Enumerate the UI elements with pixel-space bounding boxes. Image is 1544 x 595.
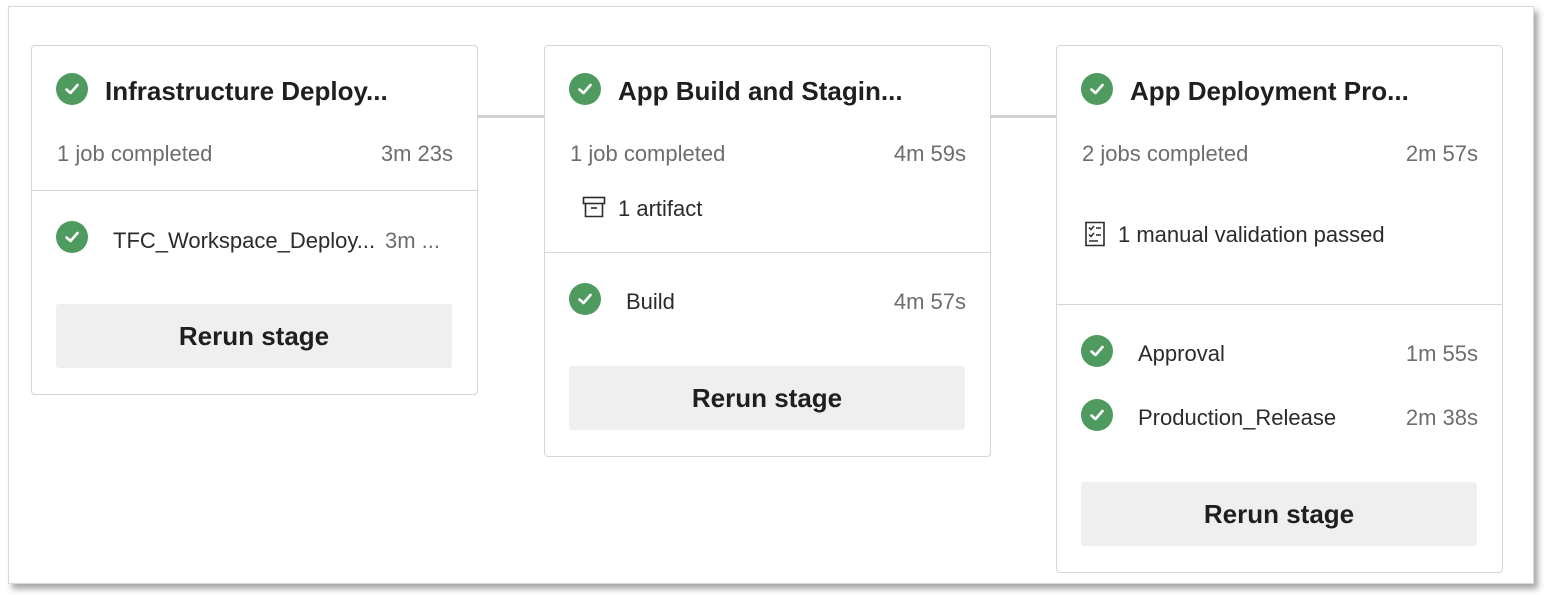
stage-title[interactable]: Infrastructure Deploy...	[105, 76, 388, 107]
stage-summary: 2 jobs completed	[1082, 141, 1249, 166]
pipeline-view: Infrastructure Deploy... 1 job completed…	[8, 6, 1534, 584]
job-duration: 1m 55s	[1405, 341, 1478, 366]
success-check-icon	[569, 283, 601, 315]
success-check-icon	[56, 221, 88, 253]
stage-title[interactable]: App Deployment Pro...	[1130, 76, 1409, 107]
artifact-count[interactable]: 1 artifact	[618, 196, 702, 222]
job-duration: 2m 38s	[1405, 405, 1478, 430]
job-duration: 4m 57s	[893, 289, 966, 314]
success-check-icon	[1081, 399, 1113, 431]
success-check-icon	[1081, 73, 1113, 105]
stage-connector	[478, 115, 544, 118]
card-divider	[1057, 304, 1502, 305]
stage-summary: 1 job completed	[57, 141, 213, 166]
stage-connector	[990, 115, 1056, 118]
stage-card-app-build[interactable]: App Build and Stagin... 1 job completed …	[544, 45, 991, 457]
stage-title[interactable]: App Build and Stagin...	[618, 76, 903, 107]
stage-duration: 3m 23s	[380, 141, 453, 166]
job-name[interactable]: Approval	[1138, 341, 1225, 367]
success-check-icon	[56, 73, 88, 105]
rerun-stage-button[interactable]: Rerun stage	[56, 304, 452, 368]
stage-duration: 2m 57s	[1405, 141, 1478, 166]
job-duration: 3m ...	[385, 228, 441, 253]
artifact-box-icon	[582, 196, 606, 218]
job-name[interactable]: Production_Release	[1138, 405, 1336, 431]
success-check-icon	[569, 73, 601, 105]
job-name[interactable]: Build	[626, 289, 675, 315]
stage-duration: 4m 59s	[893, 141, 966, 166]
checklist-icon	[1085, 221, 1105, 247]
card-divider	[545, 252, 990, 253]
stage-card-app-deployment[interactable]: App Deployment Pro... 2 jobs completed 2…	[1056, 45, 1503, 573]
manual-validation-text[interactable]: 1 manual validation passed	[1118, 222, 1385, 248]
job-name[interactable]: TFC_Workspace_Deploy...	[113, 228, 375, 254]
rerun-stage-button[interactable]: Rerun stage	[1081, 482, 1477, 546]
card-divider	[32, 190, 477, 191]
rerun-stage-button[interactable]: Rerun stage	[569, 366, 965, 430]
stage-summary: 1 job completed	[570, 141, 726, 166]
success-check-icon	[1081, 335, 1113, 367]
stage-card-infrastructure[interactable]: Infrastructure Deploy... 1 job completed…	[31, 45, 478, 395]
